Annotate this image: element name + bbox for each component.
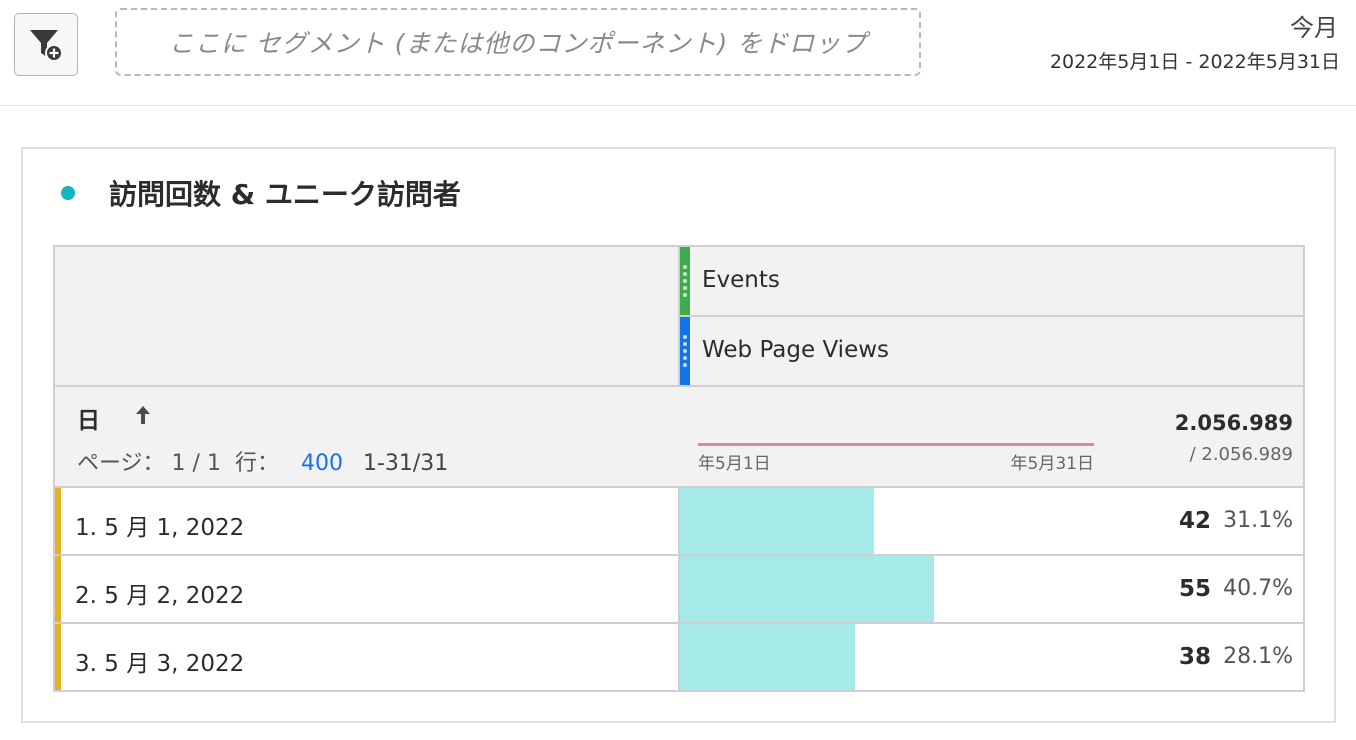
table-header-corner bbox=[55, 247, 680, 387]
row-percent: 31.1% bbox=[1223, 508, 1293, 533]
freeform-table: Events Web Page Views 日 ページ： 1 / 1 行： 40… bbox=[53, 245, 1305, 692]
column-grand-total: / 2.056.989 bbox=[1189, 444, 1293, 465]
row-value-bar bbox=[680, 556, 934, 622]
rows-per-page-link[interactable]: 400 bbox=[301, 451, 343, 476]
table-row[interactable]: 1. 5 月 1, 2022 42 31.1% bbox=[55, 488, 1303, 556]
sparkline-start-label: 年5月1日 bbox=[698, 454, 771, 474]
dropzone-text: ここに セグメント (または他のコンポーネント) をドロップ bbox=[168, 29, 868, 58]
metric-header-web-page-views[interactable]: Web Page Views bbox=[680, 317, 1303, 387]
pagination: ページ： 1 / 1 行： 400 1-31/31 bbox=[77, 445, 448, 477]
panel-status-dot bbox=[61, 186, 75, 200]
row-range: 1-31/31 bbox=[362, 451, 449, 476]
row-value: 42 bbox=[1178, 508, 1211, 534]
top-toolbar: ここに セグメント (または他のコンポーネント) をドロップ 今月 2022年5… bbox=[0, 0, 1356, 106]
row-label: 2. 5 月 2, 2022 bbox=[75, 583, 245, 609]
row-value-bar bbox=[680, 488, 874, 554]
metric-header-events[interactable]: Events bbox=[680, 247, 1303, 317]
column-total: 2.056.989 bbox=[1174, 411, 1293, 435]
dimension-header: 日 ページ： 1 / 1 行： 400 1-31/31 年5月1日 年5月31日… bbox=[55, 387, 1303, 488]
row-value: 55 bbox=[1178, 576, 1211, 602]
metric-drag-handle[interactable] bbox=[680, 317, 690, 385]
date-preset-label[interactable]: 今月 bbox=[1290, 8, 1338, 43]
metric-label: Events bbox=[702, 267, 780, 293]
row-accent bbox=[55, 556, 61, 622]
row-percent: 40.7% bbox=[1223, 576, 1293, 601]
row-value-bar bbox=[680, 624, 855, 690]
metric-label: Web Page Views bbox=[702, 337, 890, 363]
table-row[interactable]: 2. 5 月 2, 2022 55 40.7% bbox=[55, 556, 1303, 624]
rows-label: 行： bbox=[234, 451, 279, 476]
page-indicator: ページ： 1 / 1 bbox=[77, 451, 221, 476]
row-percent: 28.1% bbox=[1223, 644, 1293, 669]
metric-drag-handle[interactable] bbox=[680, 247, 690, 315]
dimension-label[interactable]: 日 bbox=[77, 401, 100, 435]
arrow-up-icon[interactable] bbox=[133, 403, 153, 427]
sparkline: 年5月1日 年5月31日 bbox=[698, 443, 1094, 485]
segment-dropzone[interactable]: ここに セグメント (または他のコンポーネント) をドロップ bbox=[115, 8, 921, 76]
segment-filter-icon bbox=[30, 29, 63, 62]
row-label: 3. 5 月 3, 2022 bbox=[75, 651, 245, 677]
freeform-panel: 訪問回数 & ユニーク訪問者 Events Web Page Views 日 ペ… bbox=[21, 147, 1336, 723]
row-label: 1. 5 月 1, 2022 bbox=[75, 515, 245, 541]
table-row[interactable]: 3. 5 月 3, 2022 38 28.1% bbox=[55, 624, 1303, 692]
sparkline-trend bbox=[698, 443, 1094, 446]
row-accent bbox=[55, 624, 61, 690]
panel-title[interactable]: 訪問回数 & ユニーク訪問者 bbox=[109, 173, 461, 213]
row-value: 38 bbox=[1178, 644, 1211, 670]
date-range-text[interactable]: 2022年5月1日 - 2022年5月31日 bbox=[1050, 47, 1340, 74]
sparkline-end-label: 年5月31日 bbox=[1010, 454, 1094, 474]
row-accent bbox=[55, 488, 61, 554]
segment-filter-button[interactable] bbox=[14, 13, 78, 76]
